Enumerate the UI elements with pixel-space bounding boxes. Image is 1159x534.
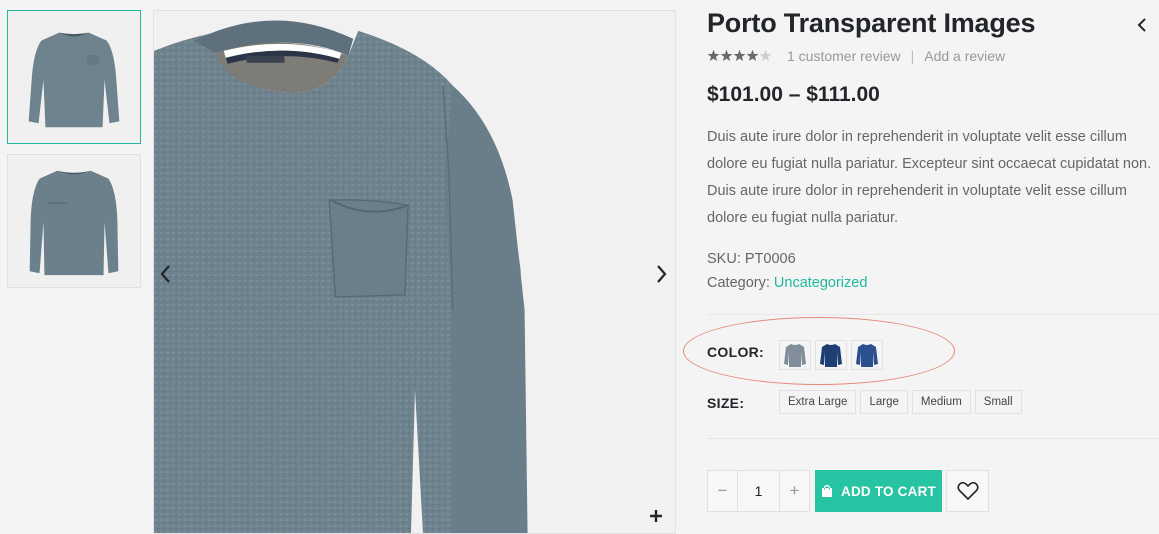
zoom-button[interactable] — [647, 507, 665, 525]
add-to-cart-label: ADD TO CART — [841, 483, 936, 499]
prev-image-button[interactable] — [154, 259, 178, 289]
shopping-bag-icon — [822, 484, 833, 497]
stars-icon — [707, 49, 772, 62]
back-button[interactable] — [1135, 16, 1149, 34]
category-row: Category: Uncategorized — [707, 275, 867, 291]
heart-icon — [956, 481, 979, 501]
chevron-right-icon — [657, 265, 667, 283]
sku-value: PT0006 — [744, 251, 796, 267]
size-medium[interactable]: Medium — [911, 390, 971, 414]
main-product-image[interactable] — [153, 10, 676, 534]
next-image-button[interactable] — [649, 259, 673, 289]
description-line: Duis aute irure dolor in reprehenderit i… — [707, 183, 1127, 199]
add-to-cart-button[interactable]: ADD TO CART — [815, 470, 942, 512]
sweater-photo — [154, 20, 528, 533]
rating-separator: | — [910, 48, 915, 64]
size-large[interactable]: Large — [860, 390, 908, 414]
product-title: Porto Transparent Images — [707, 8, 1036, 38]
star-filled-icon — [707, 49, 720, 62]
star-rating — [707, 49, 773, 63]
plus-icon — [650, 510, 662, 522]
sweater-swatch-icon — [784, 344, 806, 367]
product-price: $101.00 – $111.00 — [707, 83, 880, 106]
quantity-stepper: − + — [707, 470, 810, 512]
chevron-left-icon — [1137, 18, 1146, 32]
sku-row: SKU: PT0006 — [707, 251, 796, 267]
add-review-link[interactable]: Add a review — [924, 48, 1005, 64]
color-swatch-blue[interactable] — [851, 340, 883, 370]
size-options: Extra Large Large Medium Small — [779, 390, 1022, 414]
sweater-swatch-icon — [820, 344, 842, 367]
color-label: COLOR: — [707, 344, 765, 360]
thumbnail-2[interactable] — [7, 154, 141, 288]
size-small[interactable]: Small — [974, 390, 1022, 414]
star-filled-icon — [720, 49, 733, 62]
color-swatch-navy[interactable] — [815, 340, 847, 370]
sweater-swatch-icon — [856, 344, 878, 367]
category-label: Category: — [707, 275, 770, 291]
product-summary: Porto Transparent Images 1 customer revi… — [683, 0, 1159, 534]
category-link[interactable]: Uncategorized — [774, 275, 868, 291]
divider — [707, 438, 1159, 439]
size-label: SIZE: — [707, 395, 745, 411]
size-extra-large[interactable]: Extra Large — [779, 390, 857, 414]
color-swatches — [779, 340, 883, 370]
sku-label: SKU: — [707, 251, 741, 267]
divider — [707, 314, 1159, 315]
quantity-minus-button[interactable]: − — [708, 471, 738, 511]
quantity-plus-button[interactable]: + — [779, 471, 809, 511]
sweater-alt-thumbnail — [29, 170, 119, 276]
color-swatch-grey[interactable] — [779, 340, 811, 370]
quantity-input[interactable] — [738, 471, 779, 511]
description-line: Duis aute irure dolor in reprehenderit i… — [707, 129, 1127, 145]
product-description: Duis aute irure dolor in reprehenderit i… — [707, 124, 1159, 232]
star-empty-icon — [759, 49, 772, 62]
star-filled-icon — [746, 49, 759, 62]
description-line: dolore eu fugiat nulla pariatur. — [707, 210, 899, 226]
star-filled-icon — [733, 49, 746, 62]
wishlist-button[interactable] — [946, 470, 989, 512]
sweater-front-thumbnail — [28, 32, 120, 128]
customer-review-link[interactable]: 1 customer review — [787, 48, 901, 64]
thumbnail-1[interactable] — [7, 10, 141, 144]
chevron-left-icon — [160, 265, 170, 283]
rating-row: 1 customer review | Add a review — [707, 48, 1005, 64]
description-line: dolore eu fugiat nulla pariatur. Excepte… — [707, 156, 1152, 172]
